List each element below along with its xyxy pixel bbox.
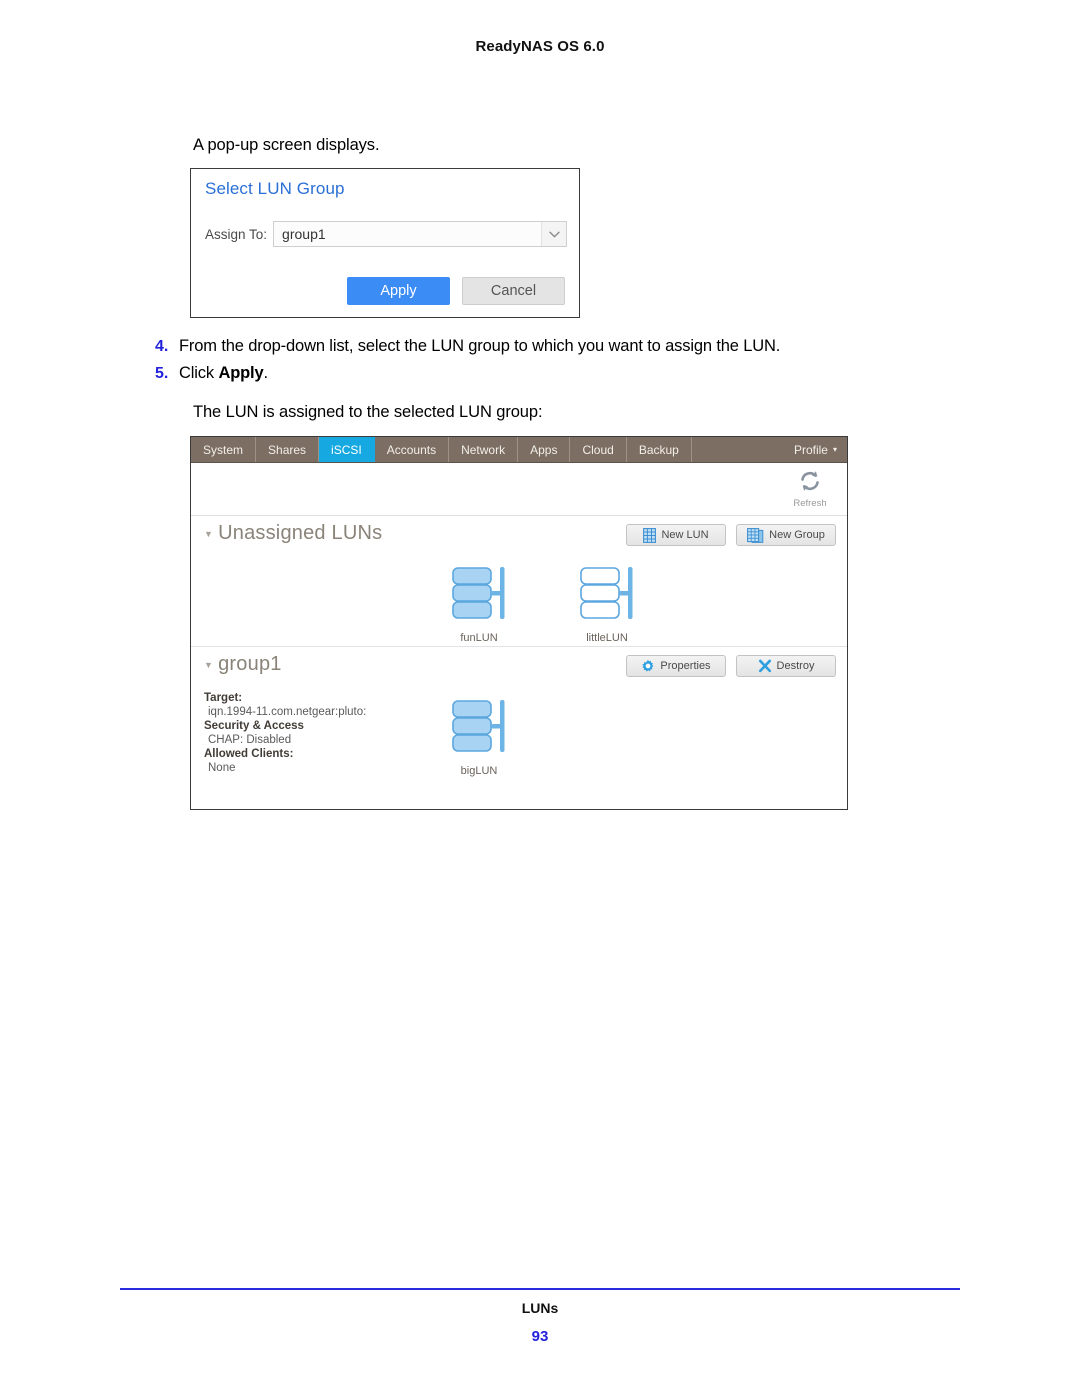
refresh-button[interactable]: Refresh	[787, 468, 833, 509]
chevron-down-icon[interactable]	[541, 222, 566, 246]
section-header: ▼ group1 Properties Destroy	[191, 647, 847, 691]
step-text-lead: Click	[179, 364, 219, 382]
tab-cloud[interactable]: Cloud	[570, 437, 627, 462]
section-title-unassigned[interactable]: ▼ Unassigned LUNs	[204, 522, 382, 545]
footer-divider	[120, 1288, 960, 1290]
readynas-admin-screenshot: System Shares iSCSI Accounts Network App…	[190, 436, 848, 810]
step-text-suffix: .	[263, 364, 269, 382]
properties-button[interactable]: Properties	[626, 655, 726, 677]
lun-icon	[452, 700, 505, 752]
footer-page-number: 93	[531, 1328, 549, 1345]
step-text-emphasis: Apply	[218, 364, 264, 382]
new-lun-label: New LUN	[661, 529, 709, 541]
assign-to-value: group1	[282, 226, 326, 242]
step-text: Click Apply.	[179, 363, 268, 384]
assign-to-row: Assign To: group1	[205, 221, 567, 247]
step-number: 5.	[155, 365, 169, 382]
tab-iscsi[interactable]: iSCSI	[319, 437, 375, 462]
section-actions: New LUN New Group	[626, 524, 836, 546]
gear-icon	[641, 659, 655, 673]
new-group-label: New Group	[769, 529, 825, 541]
assign-to-dropdown[interactable]: group1	[273, 221, 567, 247]
dialog-buttons: Apply Cancel	[347, 277, 565, 305]
tab-accounts[interactable]: Accounts	[375, 437, 450, 462]
section-title-label: group1	[218, 653, 282, 675]
new-group-button[interactable]: New Group	[736, 524, 836, 546]
new-lun-icon	[643, 527, 657, 543]
footer-title: LUNs	[521, 1300, 559, 1316]
refresh-icon	[797, 471, 823, 498]
new-group-icon	[747, 527, 764, 543]
tab-profile-label: Profile	[793, 442, 828, 457]
tab-backup[interactable]: Backup	[627, 437, 692, 462]
section-title-group1[interactable]: ▼ group1	[204, 653, 282, 676]
tab-apps[interactable]: Apps	[518, 437, 571, 462]
lun-tile[interactable]: bigLUN	[443, 697, 515, 777]
lun-tile[interactable]: littleLUN	[571, 564, 643, 644]
detail-key-security: Security & Access	[204, 720, 304, 732]
select-lun-group-dialog: Select LUN Group Assign To: group1 Apply…	[190, 168, 580, 318]
tab-shares[interactable]: Shares	[256, 437, 320, 462]
chevron-down-icon: ▾	[832, 444, 837, 454]
tab-profile[interactable]: Profile ▾	[782, 437, 847, 462]
group-details: Target: iqn.1994-11.com.netgear:pluto: S…	[191, 691, 847, 789]
properties-label: Properties	[660, 660, 711, 672]
step-text: From the drop-down list, select the LUN …	[179, 337, 781, 355]
lun-icon	[452, 567, 505, 619]
section-unassigned-luns: ▼ Unassigned LUNs New LUN New Group funL…	[191, 516, 847, 646]
intro-text: A pop-up screen displays.	[193, 136, 380, 154]
lun-name: funLUN	[460, 632, 498, 644]
assign-to-label: Assign To:	[205, 226, 268, 242]
detail-key-target: Target:	[204, 692, 243, 704]
refresh-label: Refresh	[793, 498, 827, 509]
step-number: 4.	[155, 338, 169, 355]
detail-key-allowed-clients: Allowed Clients:	[204, 748, 294, 760]
tab-network[interactable]: Network	[449, 437, 519, 462]
instruction-steps: 4. From the drop-down list, select the L…	[155, 336, 915, 390]
page-title: ReadyNAS OS 6.0	[475, 38, 605, 55]
section-header: ▼ Unassigned LUNs New LUN New Group	[191, 516, 847, 560]
main-tab-bar: System Shares iSCSI Accounts Network App…	[191, 437, 847, 463]
dialog-title: Select LUN Group	[205, 179, 345, 198]
detail-value-allowed-clients: None	[208, 762, 236, 774]
collapse-triangle-icon[interactable]: ▼	[204, 530, 213, 539]
detail-value-security: CHAP: Disabled	[208, 734, 292, 746]
lun-name: bigLUN	[460, 765, 498, 777]
cancel-button[interactable]: Cancel	[462, 277, 565, 305]
destroy-button[interactable]: Destroy	[736, 655, 836, 677]
result-text: The LUN is assigned to the selected LUN …	[193, 403, 543, 421]
x-icon	[758, 659, 772, 673]
lun-icon	[580, 567, 633, 619]
new-lun-button[interactable]: New LUN	[626, 524, 726, 546]
section-actions: Properties Destroy	[626, 655, 836, 677]
section-title-label: Unassigned LUNs	[218, 522, 383, 544]
tab-system[interactable]: System	[191, 437, 257, 462]
collapse-triangle-icon[interactable]: ▼	[204, 661, 213, 670]
step-5: 5. Click Apply.	[155, 363, 915, 384]
detail-value-target: iqn.1994-11.com.netgear:pluto:	[208, 706, 367, 718]
section-group1: ▼ group1 Properties Destroy Target: iqn.…	[191, 646, 847, 789]
step-4: 4. From the drop-down list, select the L…	[155, 336, 915, 357]
lun-tile[interactable]: funLUN	[443, 564, 515, 644]
unassigned-lun-list: funLUN littleLUN	[191, 560, 847, 646]
toolbar-row: Refresh	[191, 463, 847, 516]
lun-name: littleLUN	[586, 632, 628, 644]
destroy-label: Destroy	[776, 660, 815, 672]
apply-button[interactable]: Apply	[347, 277, 450, 305]
